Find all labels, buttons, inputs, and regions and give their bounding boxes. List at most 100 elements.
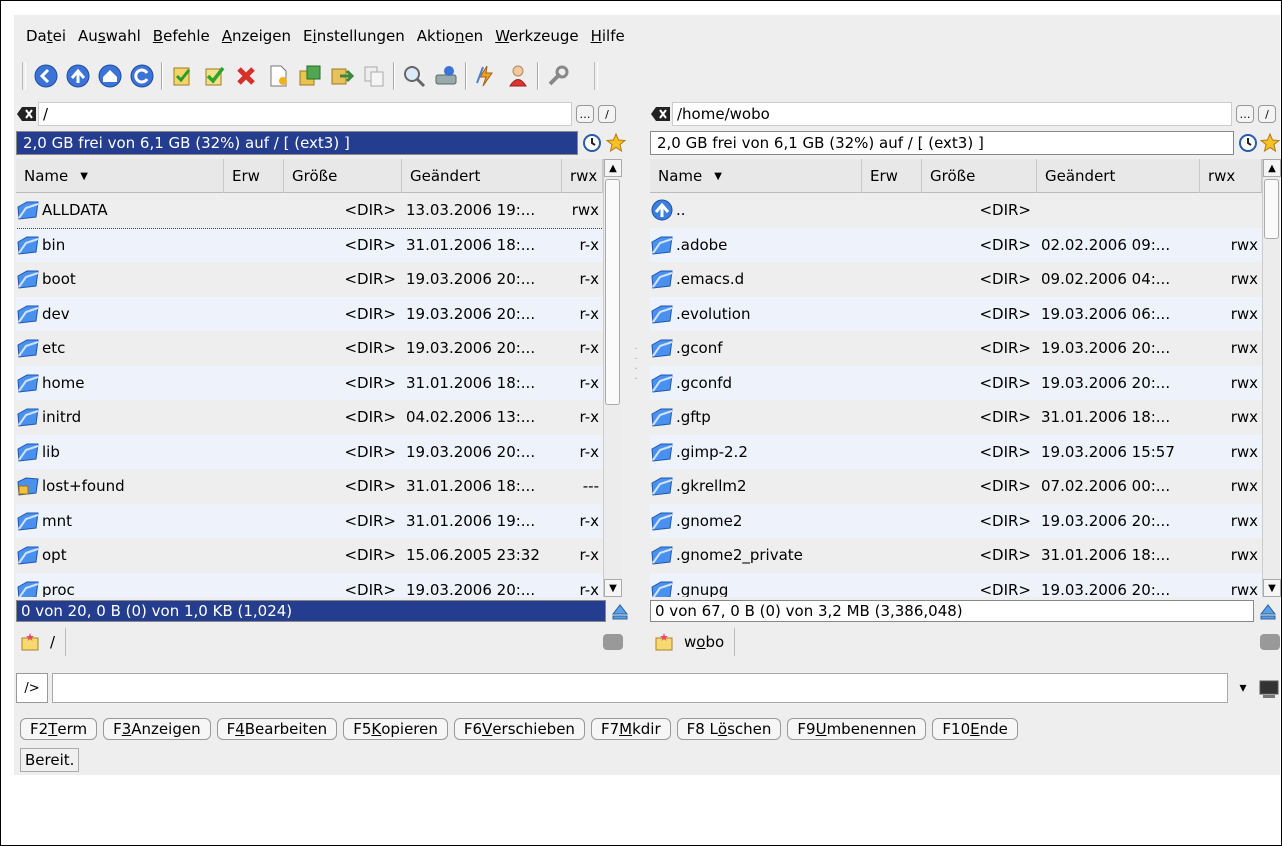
fkey-button-5[interactable]: F7 Mkdir [590, 718, 671, 740]
table-row[interactable]: boot <DIR> 19.03.2006 20:... r-x [16, 262, 603, 297]
left-file-list[interactable]: ALLDATA <DIR> 13.03.2006 19:... rwx bin <DIR>… [16, 193, 603, 597]
fkey-button-8[interactable]: F10 Ende [932, 718, 1018, 740]
table-row[interactable]: .gftp <DIR> 31.01.2006 18:... rwx [650, 400, 1262, 435]
eject-icon[interactable] [610, 601, 630, 621]
left-header-name[interactable]: Name ▼ [16, 159, 224, 193]
scroll-down-icon[interactable]: ▼ [604, 579, 622, 597]
menu-item-2[interactable]: Befehle [147, 27, 216, 45]
history-icon[interactable] [582, 133, 602, 153]
menu-item-0[interactable]: Datei [20, 27, 72, 45]
table-row[interactable]: .gnome2_private <DIR> 31.01.2006 18:... rwx [650, 538, 1262, 573]
table-row[interactable]: .gkrellm2 <DIR> 07.02.2006 00:... rwx [650, 469, 1262, 504]
right-header-size[interactable]: Größe [922, 159, 1037, 193]
right-scrollbar[interactable]: ▲ ▼ [1262, 159, 1281, 597]
menu-item-1[interactable]: Auswahl [72, 27, 147, 45]
scroll-down-icon[interactable]: ▼ [1263, 579, 1281, 597]
copy-icon[interactable] [294, 60, 326, 92]
table-row[interactable]: etc <DIR> 19.03.2006 20:... r-x [16, 331, 603, 366]
check-icon[interactable] [198, 60, 230, 92]
cancel-icon[interactable] [230, 60, 262, 92]
table-row[interactable]: mnt <DIR> 31.01.2006 19:... r-x [16, 503, 603, 538]
fkey-button-3[interactable]: F5 Kopieren [343, 718, 448, 740]
clear-path-icon[interactable] [650, 104, 672, 124]
right-header-perm[interactable]: rwx [1200, 159, 1262, 193]
left-header-ext[interactable]: Erw [224, 159, 284, 193]
back-icon[interactable] [30, 60, 62, 92]
find-icon[interactable] [398, 60, 430, 92]
fkey-button-1[interactable]: F3 Anzeigen [103, 718, 211, 740]
toolbar-handle[interactable] [594, 62, 598, 90]
eject-icon[interactable] [1258, 601, 1278, 621]
fkey-button-2[interactable]: F4 Bearbeiten [216, 718, 338, 740]
left-scroll-thumb[interactable] [605, 179, 620, 405]
refresh-icon[interactable] [126, 60, 158, 92]
left-tab[interactable]: / [16, 628, 67, 656]
left-open-history-button[interactable]: … [576, 105, 594, 123]
toolbar-handle[interactable] [22, 62, 26, 90]
scroll-up-icon[interactable]: ▲ [604, 159, 622, 177]
home-icon[interactable] [94, 60, 126, 92]
bookmark-star-icon[interactable] [1260, 133, 1280, 153]
history-dropdown-icon[interactable]: ▾ [1232, 673, 1254, 703]
table-row[interactable]: .gnupg <DIR> 19.03.2006 20:... rwx [650, 572, 1262, 597]
menu-item-4[interactable]: Einstellungen [297, 27, 411, 45]
table-row[interactable]: .. <DIR> [650, 193, 1262, 228]
close-tab-icon[interactable] [603, 634, 623, 650]
new-file-icon[interactable] [262, 60, 294, 92]
table-row[interactable]: .evolution <DIR> 19.03.2006 06:... rwx [650, 296, 1262, 331]
right-tab[interactable]: wobo [650, 628, 736, 656]
table-row[interactable]: bin <DIR> 31.01.2006 18:... r-x [16, 227, 603, 262]
up-icon[interactable] [62, 60, 94, 92]
table-row[interactable]: initrd <DIR> 04.02.2006 13:... r-x [16, 400, 603, 435]
table-row[interactable]: lost+found <DIR> 31.01.2006 18:... --- [16, 469, 603, 504]
menu-item-7[interactable]: Hilfe [585, 27, 631, 45]
table-row[interactable]: opt <DIR> 15.06.2005 23:32 r-x [16, 538, 603, 573]
fkey-button-0[interactable]: F2 Term [20, 718, 98, 740]
tools-icon[interactable] [542, 60, 574, 92]
right-header-name[interactable]: Name ▼ [650, 159, 862, 193]
disk-icon[interactable] [430, 60, 462, 92]
table-row[interactable]: proc <DIR> 19.03.2006 20:... r-x [16, 572, 603, 597]
sync-icon[interactable] [470, 60, 502, 92]
panel-splitter[interactable]: · · · · [626, 345, 646, 405]
table-row[interactable]: .gconfd <DIR> 19.03.2006 20:... rwx [650, 365, 1262, 400]
right-open-history-button[interactable]: … [1236, 105, 1254, 123]
table-row[interactable]: home <DIR> 31.01.2006 18:... r-x [16, 365, 603, 400]
table-row[interactable]: lib <DIR> 19.03.2006 20:... r-x [16, 434, 603, 469]
fkey-button-6[interactable]: F8 Lö schen [676, 718, 782, 740]
right-header-date[interactable]: Geändert [1037, 159, 1200, 193]
left-root-button[interactable]: / [598, 105, 616, 123]
menu-item-5[interactable]: Aktionen [411, 27, 489, 45]
history-icon[interactable] [1238, 133, 1258, 153]
clear-path-icon[interactable] [16, 104, 38, 124]
duplicate-icon[interactable] [358, 60, 390, 92]
fkey-button-4[interactable]: F6 Verschieben [453, 718, 585, 740]
left-header-size[interactable]: Größe [284, 159, 402, 193]
left-header-date[interactable]: Geändert [402, 159, 562, 193]
command-input[interactable] [52, 673, 1228, 703]
right-path-field[interactable]: /home/wobo [672, 102, 1232, 126]
menu-item-3[interactable]: Anzeigen [216, 27, 297, 45]
left-header-perm[interactable]: rwx [562, 159, 603, 193]
menu-item-6[interactable]: Werkzeuge [489, 27, 584, 45]
right-root-button[interactable]: / [1258, 105, 1276, 123]
table-row[interactable]: .emacs.d <DIR> 09.02.2006 04:... rwx [650, 262, 1262, 297]
fkey-button-7[interactable]: F9 Umbenennen [787, 718, 927, 740]
table-row[interactable]: .gconf <DIR> 19.03.2006 20:... rwx [650, 331, 1262, 366]
user-icon[interactable] [502, 60, 534, 92]
table-row[interactable]: dev <DIR> 19.03.2006 20:... r-x [16, 296, 603, 331]
left-scrollbar[interactable]: ▲ ▼ [603, 159, 622, 597]
right-header-ext[interactable]: Erw [862, 159, 922, 193]
table-row[interactable]: .gnome2 <DIR> 19.03.2006 20:... rwx [650, 503, 1262, 538]
move-icon[interactable] [326, 60, 358, 92]
table-row[interactable]: .adobe <DIR> 02.02.2006 09:... rwx [650, 227, 1262, 262]
scroll-up-icon[interactable]: ▲ [1263, 159, 1281, 177]
select-icon[interactable] [166, 60, 198, 92]
right-scroll-thumb[interactable] [1264, 179, 1279, 239]
bookmark-star-icon[interactable] [606, 133, 626, 153]
close-tab-icon[interactable] [1260, 634, 1280, 650]
terminal-icon[interactable] [1258, 677, 1280, 699]
left-path-field[interactable]: / [38, 102, 572, 126]
table-row[interactable]: ALLDATA <DIR> 13.03.2006 19:... rwx [16, 193, 603, 229]
table-row[interactable]: .gimp-2.2 <DIR> 19.03.2006 15:57 rwx [650, 434, 1262, 469]
